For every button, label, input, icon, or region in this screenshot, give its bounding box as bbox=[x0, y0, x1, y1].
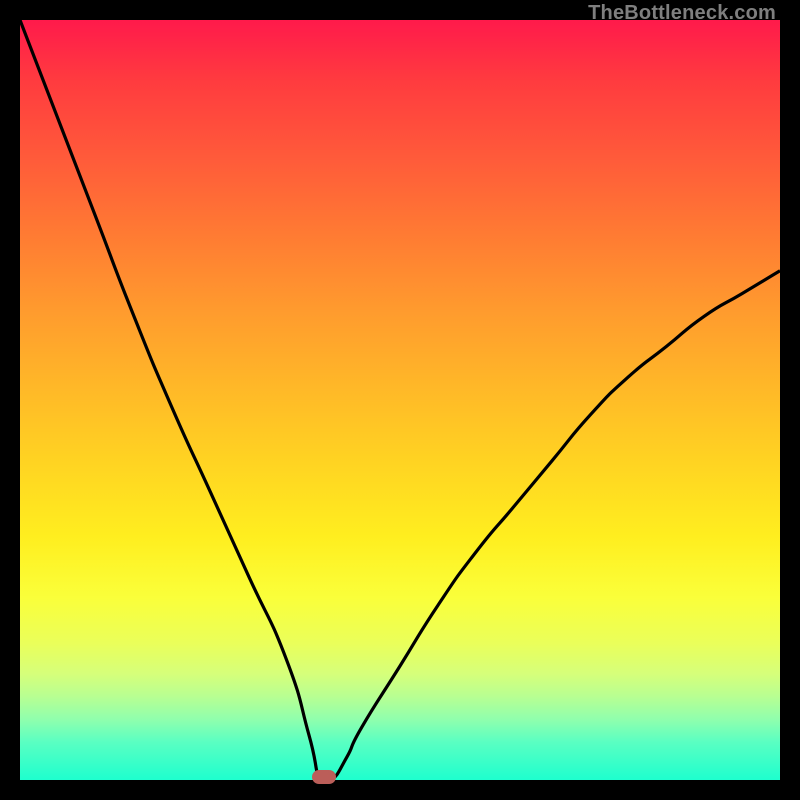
curve-path bbox=[20, 20, 780, 780]
bottleneck-curve bbox=[20, 20, 780, 780]
optimal-marker bbox=[312, 770, 336, 784]
watermark-text: TheBottleneck.com bbox=[588, 2, 776, 25]
